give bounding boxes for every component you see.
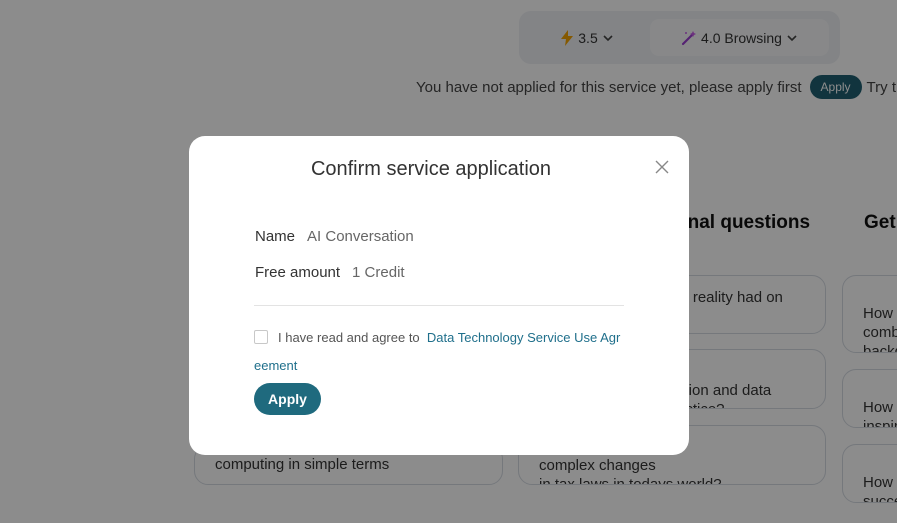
confirm-application-dialog: Confirm service application Name AI Conve…: [189, 136, 689, 455]
amount-label: Free amount: [255, 264, 341, 281]
agreement-row: I have read and agree to Data Technology…: [254, 324, 626, 380]
name-value: AI Conversation: [307, 228, 414, 245]
amount-row: Free amount 1 Credit: [255, 264, 405, 281]
apply-button[interactable]: Apply: [254, 383, 321, 415]
amount-value: 1 Credit: [352, 264, 405, 281]
close-icon[interactable]: [653, 158, 671, 176]
dialog-title: Confirm service application: [310, 158, 552, 180]
divider: [254, 305, 624, 306]
agree-text: I have read and agree to: [278, 330, 420, 345]
name-label: Name: [255, 228, 296, 245]
name-row: Name AI Conversation: [255, 228, 414, 245]
agree-checkbox[interactable]: [254, 330, 268, 344]
